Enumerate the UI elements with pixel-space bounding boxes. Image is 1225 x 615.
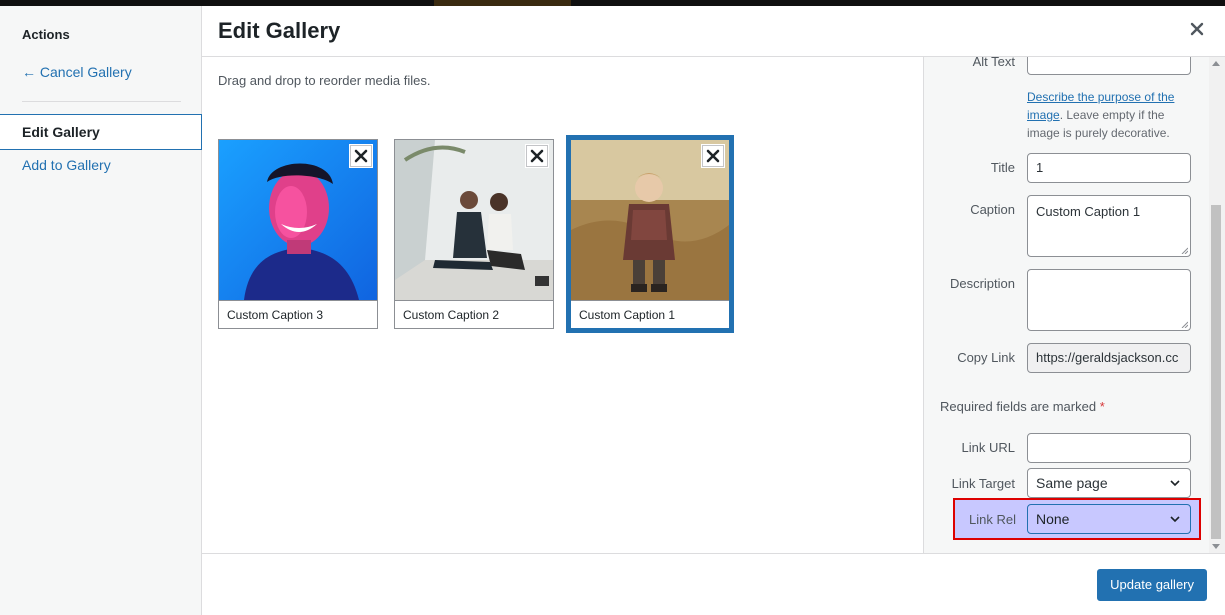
caption-field[interactable]: Custom Caption 1 bbox=[1027, 195, 1191, 257]
remove-item-icon[interactable] bbox=[702, 145, 724, 167]
link-rel-select[interactable]: None bbox=[1027, 504, 1191, 534]
menu-separator bbox=[22, 101, 181, 102]
link-url-field[interactable] bbox=[1027, 433, 1191, 463]
gallery-item[interactable]: Custom Caption 3 bbox=[218, 139, 378, 329]
modal-footer: Update gallery bbox=[202, 553, 1225, 615]
update-gallery-button[interactable]: Update gallery bbox=[1097, 569, 1207, 601]
menu-item-add-to-gallery[interactable]: Add to Gallery bbox=[22, 157, 111, 173]
gallery-item-caption: Custom Caption 3 bbox=[219, 300, 377, 328]
description-label: Description bbox=[949, 276, 1015, 291]
gallery-item[interactable]: Custom Caption 2 bbox=[394, 139, 554, 329]
attachment-details-sidebar: Alt Text Describe the purpose of the ima… bbox=[923, 57, 1209, 553]
link-rel-value: None bbox=[1036, 511, 1070, 527]
gallery-item-caption: Custom Caption 1 bbox=[571, 300, 729, 328]
caption-value: Custom Caption 1 bbox=[1036, 204, 1141, 219]
chevron-down-icon bbox=[1170, 516, 1180, 523]
instructions-text: Drag and drop to reorder media files. bbox=[218, 73, 431, 88]
menu-item-label: Edit Gallery bbox=[22, 124, 100, 140]
alt-text-help: Describe the purpose of the image. Leave… bbox=[1027, 88, 1191, 142]
menu-item-edit-gallery[interactable]: Edit Gallery bbox=[0, 114, 202, 150]
required-star: * bbox=[1099, 399, 1105, 414]
scrollbar-thumb[interactable] bbox=[1211, 205, 1221, 539]
cancel-gallery-link[interactable]: ← Cancel Gallery bbox=[22, 64, 132, 80]
caption-label: Caption bbox=[970, 202, 1015, 217]
required-fields-text: Required fields are marked bbox=[940, 399, 1097, 414]
link-target-label: Link Target bbox=[951, 476, 1015, 491]
chevron-down-icon bbox=[1170, 480, 1180, 487]
scroll-down-arrow-icon[interactable] bbox=[1212, 544, 1220, 549]
link-rel-label: Link Rel bbox=[969, 512, 1016, 527]
title-field[interactable]: 1 bbox=[1027, 153, 1191, 183]
media-menu: Actions ← Cancel Gallery Edit Gallery Ad… bbox=[0, 6, 202, 615]
resize-handle-icon[interactable] bbox=[1181, 321, 1188, 328]
link-rel-row-highlighted: Link Rel None bbox=[953, 498, 1201, 540]
link-url-label: Link URL bbox=[961, 440, 1015, 455]
title-label: Title bbox=[990, 160, 1015, 175]
gallery-item-caption: Custom Caption 2 bbox=[395, 300, 553, 328]
alt-text-field[interactable] bbox=[1027, 57, 1191, 75]
link-target-value: Same page bbox=[1036, 475, 1108, 491]
scroll-up-arrow-icon[interactable] bbox=[1212, 61, 1220, 66]
media-modal: Actions ← Cancel Gallery Edit Gallery Ad… bbox=[0, 6, 1225, 615]
gallery-item-selected[interactable]: Custom Caption 1 bbox=[566, 135, 734, 333]
link-target-select[interactable]: Same page bbox=[1027, 468, 1191, 498]
menu-heading: Actions bbox=[22, 27, 70, 42]
copy-link-label: Copy Link bbox=[957, 350, 1015, 365]
remove-item-icon[interactable] bbox=[350, 145, 372, 167]
alt-text-label: Alt Text bbox=[972, 57, 1015, 69]
close-icon[interactable] bbox=[1187, 19, 1207, 39]
modal-title-bar: Edit Gallery bbox=[202, 6, 1225, 57]
required-fields-note: Required fields are marked * bbox=[940, 399, 1105, 414]
page-title: Edit Gallery bbox=[218, 18, 341, 43]
remove-item-icon[interactable] bbox=[526, 145, 548, 167]
gallery-content: Drag and drop to reorder media files. Cu… bbox=[202, 57, 923, 553]
resize-handle-icon[interactable] bbox=[1181, 247, 1188, 254]
copy-link-field[interactable]: https://geraldsjackson.cc bbox=[1027, 343, 1191, 373]
sidebar-scrollbar[interactable] bbox=[1209, 57, 1225, 553]
description-field[interactable] bbox=[1027, 269, 1191, 331]
